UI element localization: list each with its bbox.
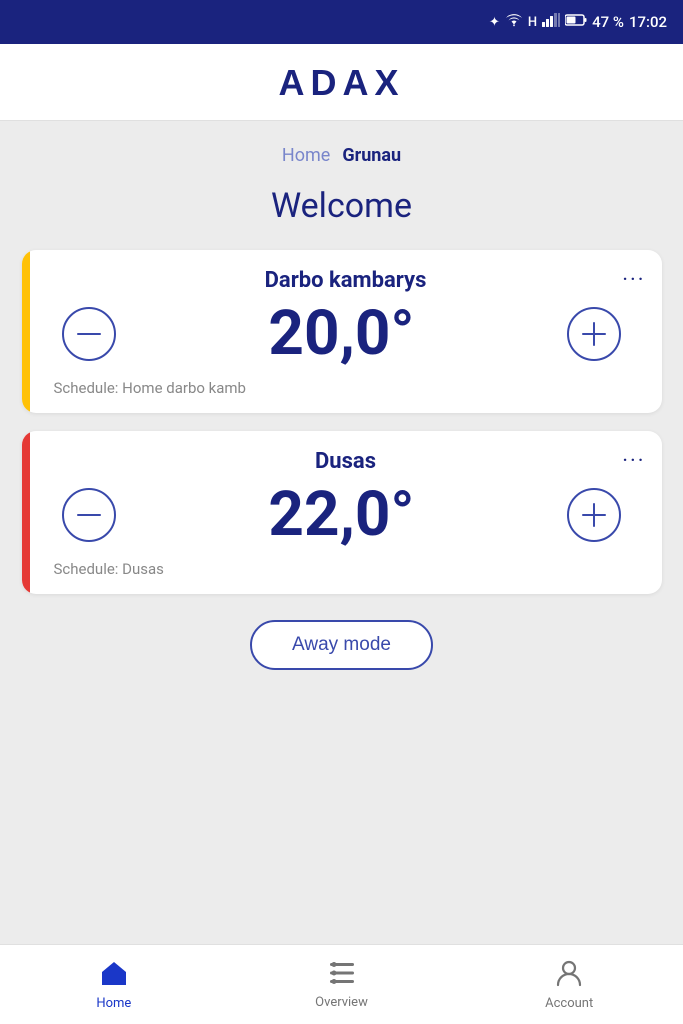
nav-overview-label: Overview xyxy=(315,995,368,1010)
nav-home-label: Home xyxy=(96,996,131,1011)
battery-percent: 47 % xyxy=(592,13,624,31)
account-nav-icon xyxy=(555,959,583,992)
app-header: ADAX xyxy=(0,44,683,121)
temperature-dusas: 22,0° xyxy=(268,484,414,546)
card-header-dusas: Dusas xyxy=(42,449,642,474)
nav-overview[interactable]: Overview xyxy=(228,960,456,1010)
card-controls-darbo: 20,0° xyxy=(42,303,642,365)
main-content: Home Grunau Welcome Darbo kambarys ··· 2… xyxy=(0,121,683,944)
increase-temp-dusas[interactable] xyxy=(567,488,621,542)
schedule-darbo: Schedule: Home darbo kamb xyxy=(42,379,642,397)
device-card-dusas: Dusas ··· 22,0° Schedule: Dusas xyxy=(22,431,662,594)
decrease-temp-dusas[interactable] xyxy=(62,488,116,542)
status-bar: ✦ H xyxy=(0,0,683,44)
away-mode-button[interactable]: Away mode xyxy=(250,620,433,670)
device-card-darbo: Darbo kambarys ··· 20,0° Schedule: Home … xyxy=(22,250,662,413)
clock: 17:02 xyxy=(629,13,667,31)
device-menu-darbo[interactable]: ··· xyxy=(622,268,645,293)
bluetooth-icon: ✦ xyxy=(489,15,500,30)
card-header-darbo: Darbo kambarys xyxy=(42,268,642,293)
signal-bars-icon xyxy=(542,13,560,31)
device-menu-dusas[interactable]: ··· xyxy=(622,449,645,474)
wifi-icon xyxy=(505,13,523,31)
card-accent-darbo xyxy=(22,250,30,413)
battery-icon xyxy=(565,14,587,30)
welcome-title: Welcome xyxy=(271,186,412,226)
app-logo: ADAX xyxy=(278,62,404,104)
nav-account[interactable]: Account xyxy=(455,959,683,1011)
schedule-dusas: Schedule: Dusas xyxy=(42,560,642,578)
nav-account-label: Account xyxy=(545,996,593,1011)
breadcrumb-home[interactable]: Home xyxy=(282,145,330,166)
bottom-nav: Home Overview Account xyxy=(0,944,683,1024)
home-nav-icon xyxy=(99,959,129,992)
temperature-darbo: 20,0° xyxy=(268,303,414,365)
h-signal-icon: H xyxy=(528,15,537,30)
increase-temp-darbo[interactable] xyxy=(567,307,621,361)
breadcrumb: Home Grunau xyxy=(282,145,401,166)
device-name-dusas: Dusas xyxy=(50,449,642,474)
status-icons: ✦ H xyxy=(489,13,667,31)
overview-nav-icon xyxy=(327,960,357,991)
card-controls-dusas: 22,0° xyxy=(42,484,642,546)
card-accent-dusas xyxy=(22,431,30,594)
breadcrumb-current[interactable]: Grunau xyxy=(342,145,401,166)
nav-home[interactable]: Home xyxy=(0,959,228,1011)
device-name-darbo: Darbo kambarys xyxy=(50,268,642,293)
decrease-temp-darbo[interactable] xyxy=(62,307,116,361)
